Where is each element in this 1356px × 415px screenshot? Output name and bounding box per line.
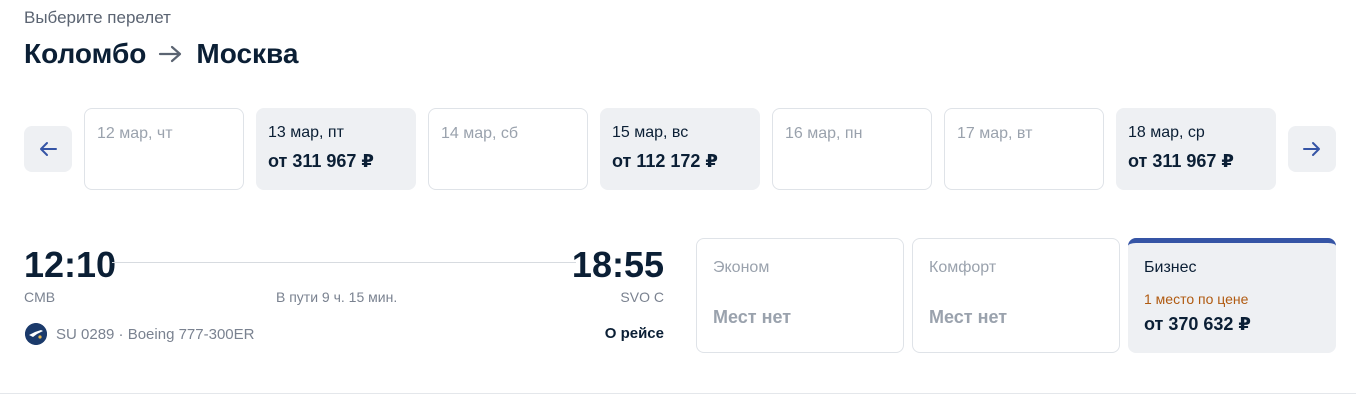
departure-airport-code: CMB — [24, 289, 56, 305]
fare-comfort: Комфорт Мест нет — [912, 238, 1120, 353]
fare-business-name: Бизнес — [1144, 259, 1197, 276]
fare-business[interactable]: Бизнес 1 место по цене от 370 632 ₽ — [1128, 238, 1336, 353]
date-label: 18 мар, ср — [1128, 124, 1205, 141]
fare-comfort-status: Мест нет — [929, 307, 1008, 327]
fare-business-price: от 370 632 ₽ — [1144, 314, 1251, 334]
route-title: Коломбо Москва — [24, 38, 298, 70]
date-card-14[interactable]: 14 мар, сб — [428, 108, 588, 190]
date-label: 13 мар, пт — [268, 124, 344, 141]
date-label: 15 мар, вс — [612, 124, 689, 141]
fare-economy: Эконом Мест нет — [696, 238, 904, 353]
fare-business-note: 1 место по цене — [1144, 291, 1249, 307]
fare-comfort-name: Комфорт — [929, 259, 997, 276]
arrow-left-icon — [40, 142, 57, 156]
airline-logo-icon — [25, 323, 47, 345]
flight-number-aircraft: SU 0289 · Boeing 777-300ER — [56, 326, 255, 343]
date-card-18[interactable]: 18 мар, ср от 311 967 ₽ — [1116, 108, 1276, 190]
date-card-15[interactable]: 15 мар, вс от 112 172 ₽ — [600, 108, 760, 190]
date-price: от 112 172 ₽ — [612, 151, 718, 171]
page-subtitle: Выберите перелет — [24, 8, 171, 27]
arrival-time: 18:55 — [571, 244, 664, 285]
date-label: 16 мар, пн — [785, 125, 863, 142]
about-flight-link[interactable]: О рейсе — [605, 325, 664, 342]
flight-duration: В пути 9 ч. 15 мин. — [276, 289, 398, 305]
arrow-right-icon — [1303, 142, 1320, 156]
date-label: 14 мар, сб — [441, 125, 519, 142]
arrival-airport-code: SVO C — [620, 289, 664, 305]
fare-economy-status: Мест нет — [713, 307, 792, 327]
destination-city: Москва — [196, 38, 299, 69]
flight-timeline — [112, 262, 576, 263]
date-price: от 311 967 ₽ — [268, 151, 374, 171]
date-card-17[interactable]: 17 мар, вт — [944, 108, 1104, 190]
date-card-16[interactable]: 16 мар, пн — [772, 108, 932, 190]
date-price: от 311 967 ₽ — [1128, 151, 1234, 171]
route-arrow-icon — [159, 45, 182, 63]
date-card-13[interactable]: 13 мар, пт от 311 967 ₽ — [256, 108, 416, 190]
fare-economy-name: Эконом — [713, 259, 770, 276]
prev-dates-button[interactable] — [24, 126, 72, 172]
date-card-12[interactable]: 12 мар, чт — [84, 108, 244, 190]
origin-city: Коломбо — [24, 38, 147, 69]
next-dates-button[interactable] — [1288, 126, 1336, 172]
date-label: 12 мар, чт — [97, 125, 173, 142]
section-divider — [0, 393, 1356, 394]
departure-time: 12:10 — [24, 244, 117, 285]
date-label: 17 мар, вт — [957, 125, 1033, 142]
